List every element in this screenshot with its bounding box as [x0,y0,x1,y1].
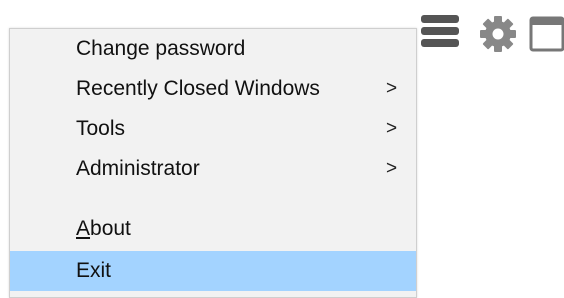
menu-item-about[interactable]: About [10,209,416,249]
menu-item-recently-closed-windows[interactable]: Recently Closed Windows > [10,69,416,109]
menu-item-label: Exit [76,259,112,282]
chevron-right-icon: > [386,158,398,179]
gear-icon[interactable] [478,14,518,54]
menu-item-label: Tools [76,117,126,140]
menu-item-label: Change password [76,37,246,60]
menu-item-change-password[interactable]: Change password [10,29,416,69]
menu-item-label: Administrator [76,157,200,180]
menu-item-tools[interactable]: Tools > [10,109,416,149]
menu-item-label: About [76,217,131,240]
dropdown-menu: Change password Recently Closed Windows … [9,28,417,298]
window-icon[interactable] [528,14,564,54]
hamburger-menu-icon[interactable] [421,15,461,49]
chevron-right-icon: > [386,78,398,99]
menu-item-label: Recently Closed Windows [76,77,320,100]
menu-item-exit[interactable]: Exit [10,251,416,291]
chevron-right-icon: > [386,118,398,139]
menu-item-administrator[interactable]: Administrator > [10,149,416,189]
accelerator-key: A [76,217,91,240]
